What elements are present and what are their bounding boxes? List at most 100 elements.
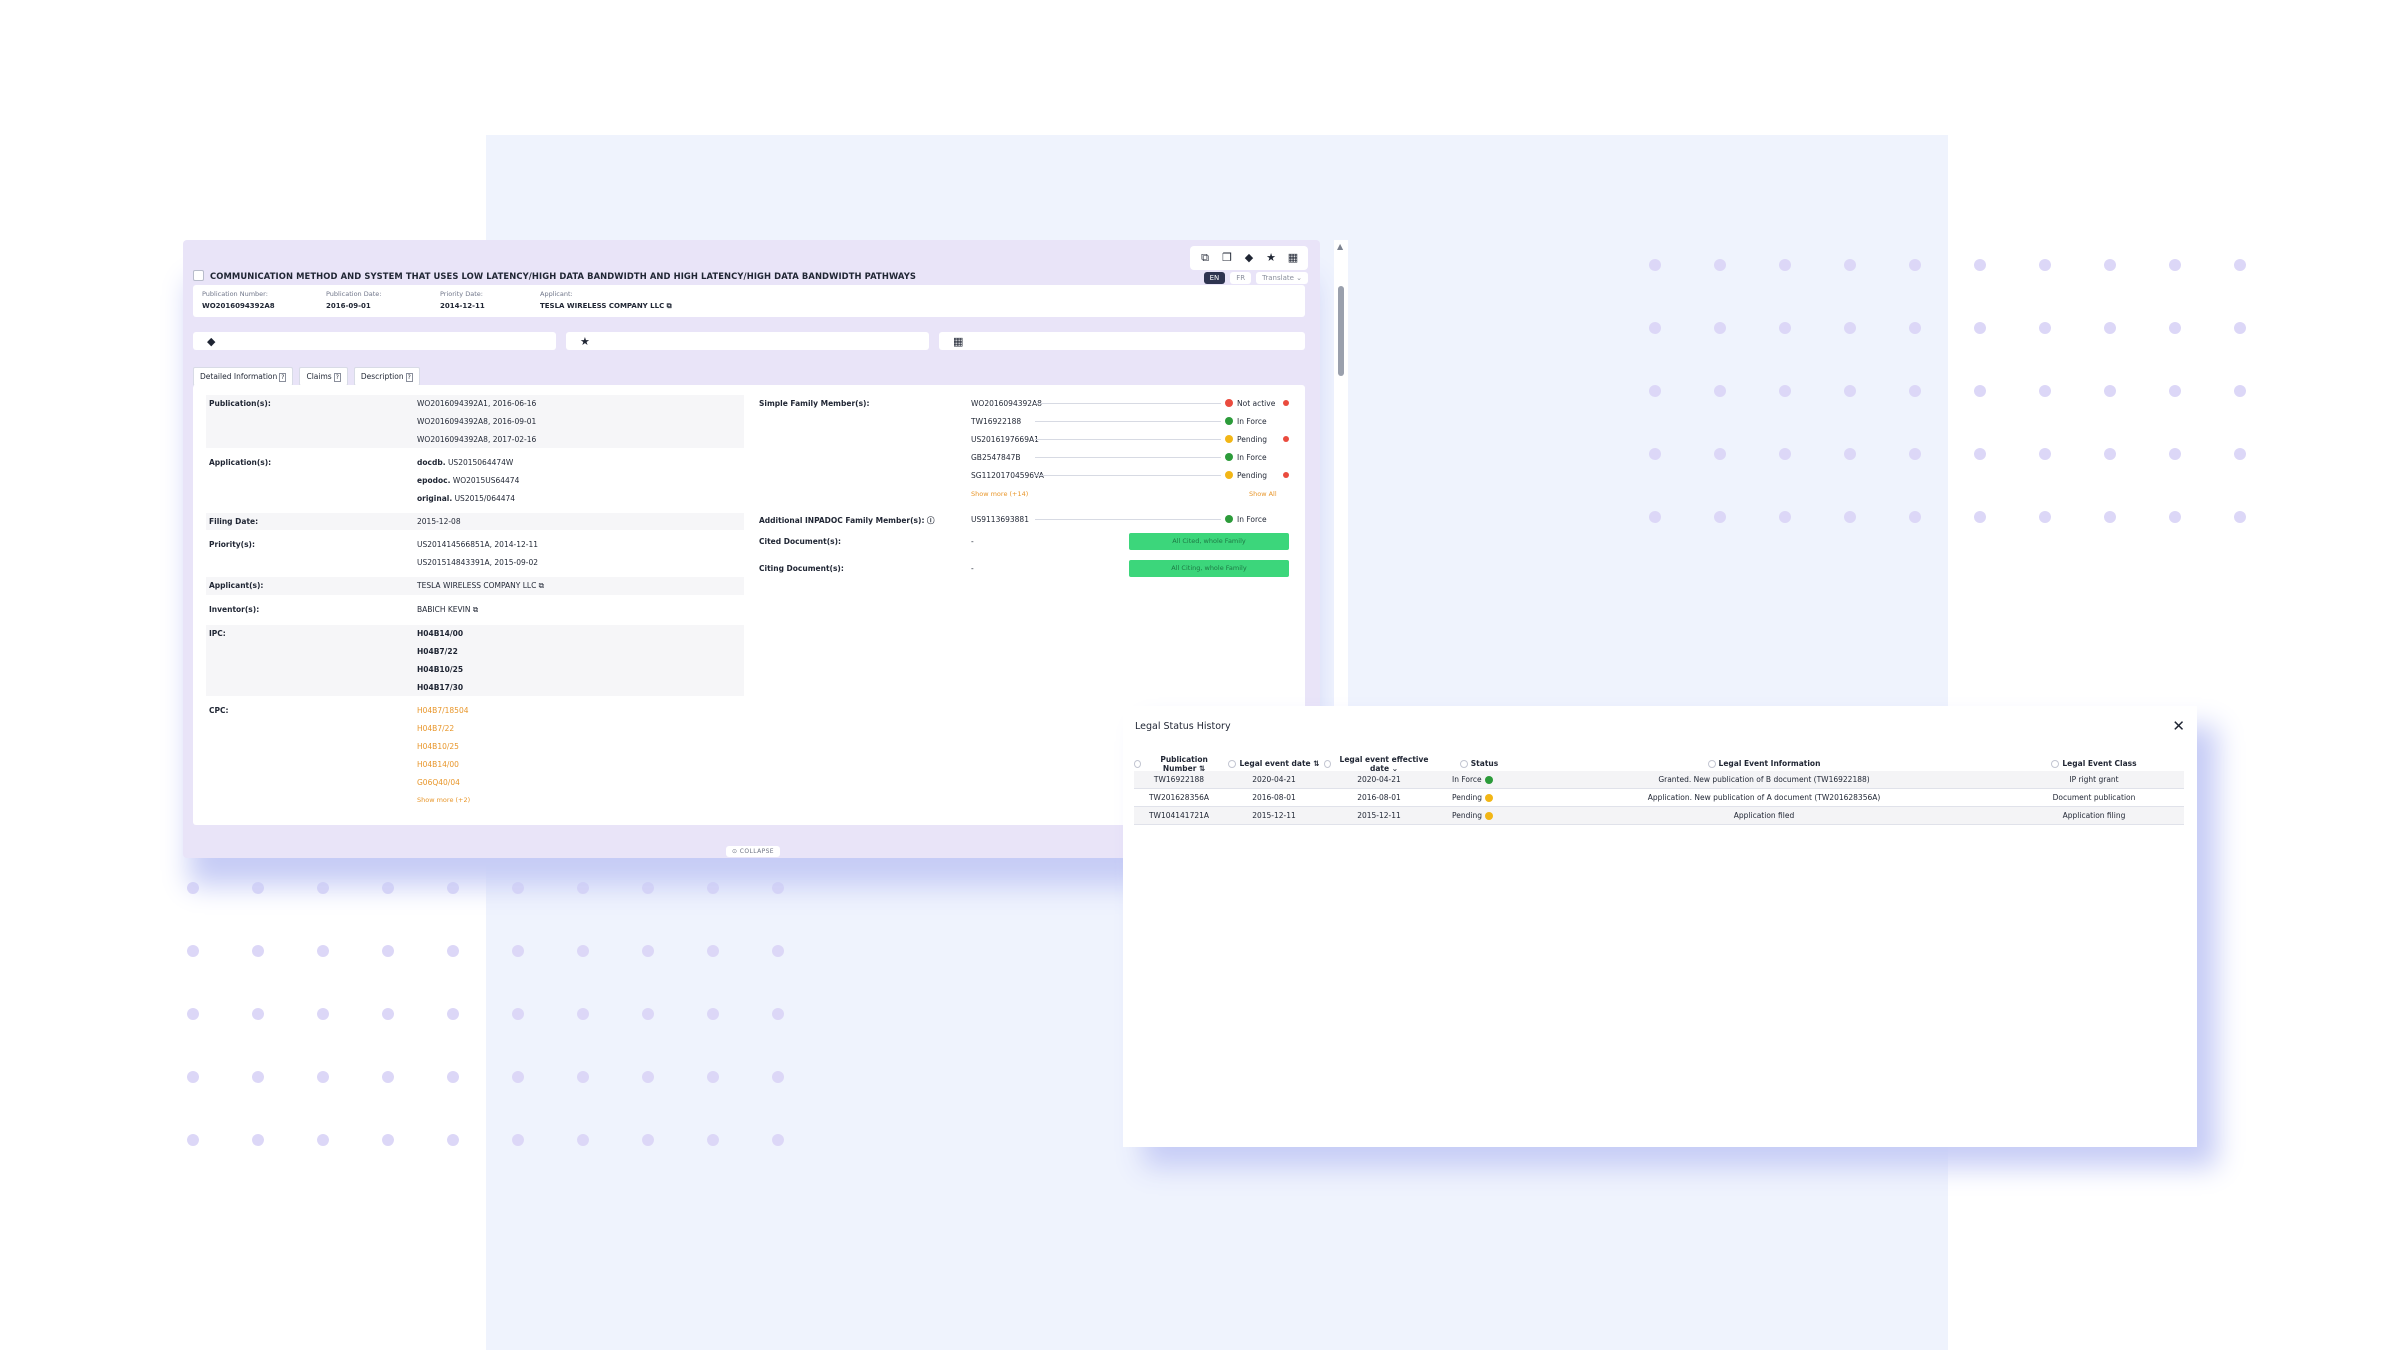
table-icon: ▦ xyxy=(953,335,964,348)
field-publications: Publication(s): WO2016094392A1, 2016-06-… xyxy=(206,395,744,448)
all-citing-button[interactable]: All Citing, whole Family xyxy=(1129,560,1289,577)
tab-description[interactable]: Description? xyxy=(353,367,420,386)
cpc-link[interactable]: G06Q40/04 xyxy=(417,778,470,787)
lang-en-button[interactable]: EN xyxy=(1203,272,1226,284)
decorative-dot xyxy=(447,1071,459,1083)
decorative-dot xyxy=(1714,259,1726,271)
scroll-up-icon[interactable]: ▲ xyxy=(1337,242,1343,251)
detail-tabs: Detailed Information? Claims? Descriptio… xyxy=(193,367,420,386)
decorative-dot xyxy=(2169,385,2181,397)
simple-family-label: Simple Family Member(s): xyxy=(759,399,870,408)
header-event-class[interactable]: Legal Event Class xyxy=(2004,759,2184,768)
star-icon[interactable]: ★ xyxy=(1262,250,1280,266)
table-row[interactable]: TW104141721A 2015-12-11 2015-12-11 Pendi… xyxy=(1134,807,2184,825)
family-show-more-link[interactable]: Show more (+14) xyxy=(971,490,1028,498)
window-scrollbar[interactable]: ▲ xyxy=(1334,240,1348,708)
decorative-dot xyxy=(1844,385,1856,397)
cpc-link[interactable]: H04B7/22 xyxy=(417,724,470,733)
family-member-row[interactable]: TW16922188 In Force xyxy=(971,415,1289,427)
field-filing-date: Filing Date: 2015-12-08 xyxy=(206,513,744,530)
decorative-dot xyxy=(317,945,329,957)
decorative-dot xyxy=(447,1008,459,1020)
decorative-dot xyxy=(512,945,524,957)
close-icon[interactable]: ✕ xyxy=(2172,717,2185,735)
decorative-dot xyxy=(1779,511,1791,523)
meta-applicant: Applicant: TESLA WIRELESS COMPANY LLC ⧉ xyxy=(540,290,672,310)
status-dot-icon xyxy=(1225,471,1233,479)
collections-box[interactable]: ▦ xyxy=(939,332,1305,350)
decorative-dot xyxy=(772,1071,784,1083)
decorative-dot xyxy=(2104,259,2116,271)
alert-dot-icon xyxy=(1283,400,1289,406)
citing-label: Citing Document(s): xyxy=(759,564,844,573)
cpc-link[interactable]: H04B14/00 xyxy=(417,760,470,769)
family-show-all-link[interactable]: Show All xyxy=(1249,490,1277,498)
duplicate-icon[interactable]: ❐ xyxy=(1218,250,1236,266)
status-dot-icon xyxy=(1484,811,1493,820)
cpc-link[interactable]: H04B7/18504 xyxy=(417,706,470,715)
decorative-dot xyxy=(2169,322,2181,334)
translate-dropdown[interactable]: Translate ⌄ xyxy=(1256,272,1308,284)
table-row[interactable]: TW201628356A 2016-08-01 2016-08-01 Pendi… xyxy=(1134,789,2184,807)
all-cited-button[interactable]: All Cited, whole Family xyxy=(1129,533,1289,550)
family-member-row[interactable]: SG11201704596VA Pending xyxy=(971,469,1289,481)
status-dot-icon xyxy=(1225,453,1233,461)
cpc-link[interactable]: H04B10/25 xyxy=(417,742,470,751)
collapse-button[interactable]: ⊙ COLLAPSE xyxy=(726,846,780,857)
family-member-row[interactable]: US2016197669A1 Pending xyxy=(971,433,1289,445)
decorative-dot xyxy=(187,1134,199,1146)
header-effective-date[interactable]: Legal event effective date ⌄ xyxy=(1324,755,1434,773)
family-member-row[interactable]: GB2547847B In Force xyxy=(971,451,1289,463)
decorative-dot xyxy=(1909,259,1921,271)
table-header: Publication Number ⇅ Legal event date ⇅ … xyxy=(1134,755,2184,773)
decorative-dot xyxy=(2104,511,2116,523)
tab-claims[interactable]: Claims? xyxy=(299,367,348,386)
inpadoc-member-row[interactable]: US9113693881 In Force xyxy=(971,513,1289,525)
decorative-dot xyxy=(2169,259,2181,271)
cpc-show-more-link[interactable]: Show more (+2) xyxy=(417,796,470,804)
header-legal-event-date[interactable]: Legal event date ⇅ xyxy=(1224,759,1324,768)
header-event-information[interactable]: Legal Event Information xyxy=(1524,759,2004,768)
select-checkbox[interactable] xyxy=(193,270,204,281)
legal-status-modal: Legal Status History ✕ Publication Numbe… xyxy=(1123,706,2197,1147)
decorative-dot xyxy=(1844,259,1856,271)
tab-detailed-information[interactable]: Detailed Information? xyxy=(193,367,294,386)
tags-box[interactable]: ◆ xyxy=(193,332,556,350)
table-icon[interactable]: ▦ xyxy=(1284,250,1302,266)
decorative-dot xyxy=(2039,385,2051,397)
decorative-dot xyxy=(1974,511,1986,523)
status-dot-icon xyxy=(1484,775,1493,784)
status-dot-icon xyxy=(1225,399,1233,407)
decorative-dot xyxy=(252,1008,264,1020)
decorative-dot xyxy=(187,882,199,894)
title-row: COMMUNICATION METHOD AND SYSTEM THAT USE… xyxy=(193,270,916,281)
decorative-dot xyxy=(1844,322,1856,334)
copy-icon[interactable]: ⧉ xyxy=(1196,250,1214,266)
field-applicants: Applicant(s): TESLA WIRELESS COMPANY LLC… xyxy=(206,577,744,595)
meta-publication-number: Publication Number: WO2016094392A8 xyxy=(202,290,275,310)
decorative-dot xyxy=(1974,385,1986,397)
patent-title: COMMUNICATION METHOD AND SYSTEM THAT USE… xyxy=(210,270,917,281)
decorative-dot xyxy=(2039,259,2051,271)
lang-fr-button[interactable]: FR xyxy=(1230,272,1252,284)
decorative-dot xyxy=(1649,385,1661,397)
table-row[interactable]: TW16922188 2020-04-21 2020-04-21 In Forc… xyxy=(1134,771,2184,789)
decorative-dot xyxy=(317,1008,329,1020)
alert-dot-icon xyxy=(1283,436,1289,442)
decorative-dot xyxy=(642,1008,654,1020)
tag-icon[interactable]: ◆ xyxy=(1240,250,1258,266)
inpadoc-label: Additional INPADOC Family Member(s): ⓘ xyxy=(759,516,935,525)
favorites-box[interactable]: ★ xyxy=(566,332,929,350)
scroll-thumb[interactable] xyxy=(1338,286,1344,376)
tag-icon: ◆ xyxy=(207,335,216,348)
decorative-dot xyxy=(2104,448,2116,460)
decorative-dot xyxy=(252,945,264,957)
decorative-dot xyxy=(1649,448,1661,460)
header-status[interactable]: Status xyxy=(1434,759,1524,768)
decorative-dot xyxy=(707,1134,719,1146)
header-publication-number[interactable]: Publication Number ⇅ xyxy=(1134,755,1224,773)
decorative-dot xyxy=(1714,511,1726,523)
decorative-dot xyxy=(2104,322,2116,334)
family-member-row[interactable]: WO2016094392A8 Not active xyxy=(971,397,1289,409)
legal-status-table: Publication Number ⇅ Legal event date ⇅ … xyxy=(1134,755,2184,825)
